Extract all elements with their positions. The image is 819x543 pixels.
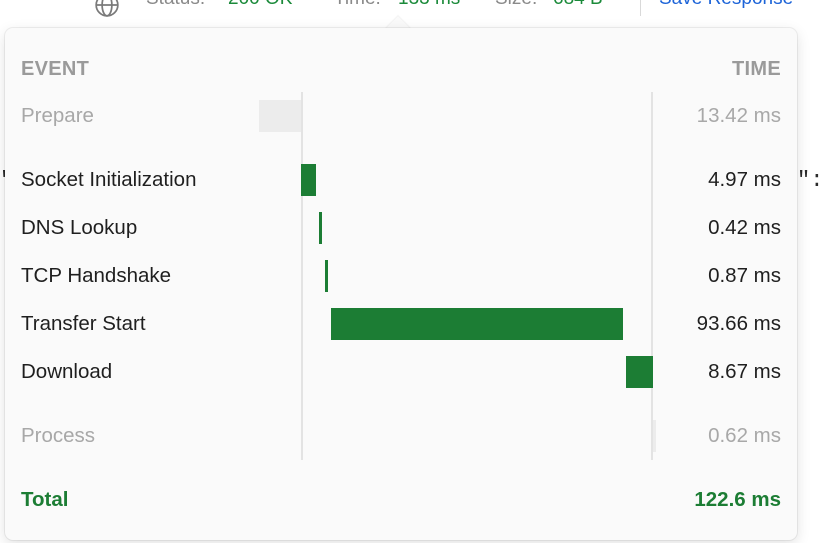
bar-track — [301, 162, 651, 198]
event-name: TCP Handshake — [21, 264, 172, 287]
size-label: Size: — [495, 0, 537, 10]
timing-bar — [331, 308, 623, 340]
bar-track — [301, 354, 653, 390]
event-name: Transfer Start — [21, 312, 146, 335]
statusbar-divider — [640, 0, 641, 16]
event-name: Prepare — [21, 104, 94, 127]
timing-popover: EVENT TIME Prepare 13.42 ms Socket Initi… — [5, 28, 797, 540]
timing-bar — [653, 420, 656, 452]
event-name: Download — [21, 360, 113, 383]
time-column-header: TIME — [732, 58, 781, 80]
bar-track — [301, 418, 656, 454]
time-label: Time: — [334, 0, 381, 10]
event-time: 93.66 ms — [696, 312, 781, 335]
bar-track — [301, 306, 651, 342]
event-time: 8.67 ms — [708, 360, 781, 383]
timing-row-process: Process 0.62 ms — [5, 418, 797, 454]
event-time: 0.62 ms — [708, 424, 781, 447]
event-column-header: EVENT — [21, 58, 90, 80]
event-name: Socket Initialization — [21, 168, 197, 191]
timing-row-prepare: Prepare 13.42 ms — [5, 98, 797, 134]
status-label: Status: — [146, 0, 205, 10]
timing-bar — [325, 260, 329, 292]
event-time: 13.42 ms — [696, 104, 781, 127]
event-name: DNS Lookup — [21, 216, 138, 239]
size-value[interactable]: 684 B — [553, 0, 603, 10]
event-name: Process — [21, 424, 96, 447]
status-value[interactable]: 200 OK — [228, 0, 292, 10]
bar-track — [301, 210, 651, 246]
timing-bar — [625, 356, 653, 388]
event-time: 4.97 ms — [708, 168, 781, 191]
timing-row-socket-initialization: Socket Initialization 4.97 ms — [5, 162, 797, 198]
total-label: Total — [21, 488, 69, 511]
event-time: 0.87 ms — [708, 264, 781, 287]
timing-row-transfer-start: Transfer Start 93.66 ms — [5, 306, 797, 342]
time-value[interactable]: 133 ms — [398, 0, 460, 10]
save-response-button[interactable]: Save Response — [659, 0, 793, 10]
bar-track — [259, 98, 651, 134]
timing-bar — [259, 100, 301, 132]
timing-row-download: Download 8.67 ms — [5, 354, 797, 390]
globe-icon[interactable] — [94, 0, 120, 18]
bar-track — [301, 258, 651, 294]
event-time: 0.42 ms — [708, 216, 781, 239]
timing-bar — [319, 212, 323, 244]
total-value: 122.6 ms — [694, 488, 781, 511]
timing-row-dns-lookup: DNS Lookup 0.42 ms — [5, 210, 797, 246]
timing-row-tcp-handshake: TCP Handshake 0.87 ms — [5, 258, 797, 294]
timing-bar — [301, 164, 317, 196]
response-status-bar: Status: 200 OK Time: 133 ms Size: 684 B … — [0, 0, 819, 20]
background-json-fragment: ": — [797, 168, 819, 193]
